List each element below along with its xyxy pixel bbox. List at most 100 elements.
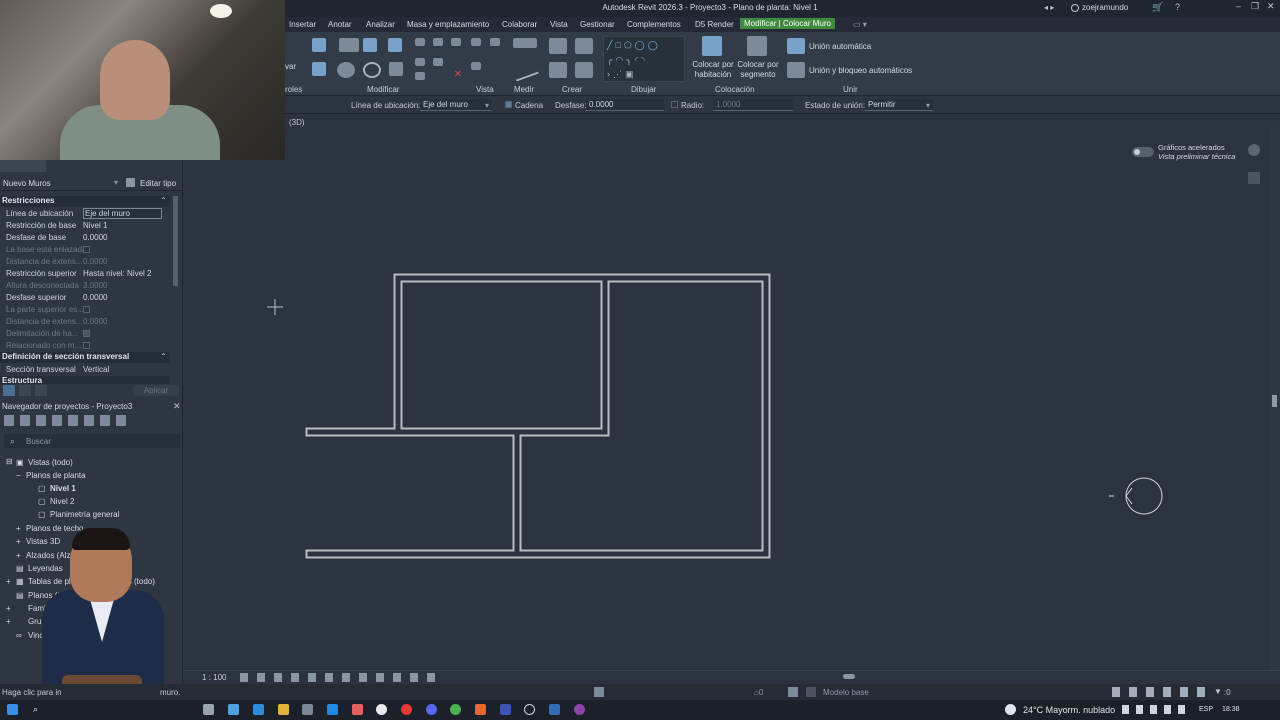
search-icon[interactable]: ⌕ xyxy=(33,704,44,715)
model-base-select[interactable]: Modelo base xyxy=(823,688,869,697)
chain-checkbox[interactable] xyxy=(505,101,512,110)
draw-arc-icons[interactable]: ╭◠╮◜◝ xyxy=(607,55,648,66)
edge-icon[interactable] xyxy=(253,704,264,715)
prop-value[interactable]: Hasta nivel: Nivel 2 xyxy=(83,269,151,278)
minimize-icon[interactable]: – xyxy=(1236,1,1241,11)
clock[interactable]: 18:38 xyxy=(1222,706,1240,713)
obs-icon[interactable] xyxy=(376,704,387,715)
tree-item-planimetria-general[interactable]: Planimetría general xyxy=(50,510,119,519)
collapse-icon[interactable]: ⌃ xyxy=(160,352,167,361)
prop-value[interactable]: Vertical xyxy=(83,365,109,374)
wall-outer[interactable] xyxy=(305,273,771,559)
measure-icon[interactable] xyxy=(513,38,537,48)
tab-colaborar[interactable]: Colaborar xyxy=(502,20,537,29)
tree-toggle-icon[interactable]: + xyxy=(16,524,21,533)
zoom-tool-icon[interactable] xyxy=(1248,172,1260,184)
rotate-icon[interactable] xyxy=(363,62,381,78)
draw-pick-icons[interactable]: ›⋰▣ xyxy=(607,69,637,80)
auto-join-lock-button[interactable]: Unión y bloqueo automáticos xyxy=(809,66,912,75)
prop-value-input[interactable]: Eje del muro xyxy=(83,208,162,219)
taskbar-app-icon[interactable] xyxy=(500,704,511,715)
windows-start-icon[interactable] xyxy=(7,704,18,715)
view-control-icons[interactable] xyxy=(240,673,435,682)
taskbar-app-icon[interactable] xyxy=(574,704,585,715)
discord-icon[interactable] xyxy=(426,704,437,715)
task-view-icon[interactable] xyxy=(203,704,214,715)
properties-sort-icon[interactable] xyxy=(19,385,31,396)
tree-item-vistas[interactable]: Vistas (todo) xyxy=(28,458,73,467)
view-scale[interactable]: 1 : 100 xyxy=(202,673,226,682)
prop-row[interactable]: Desfase superior 0.0000 xyxy=(0,292,170,304)
worksharing-icon[interactable] xyxy=(594,687,604,697)
browser-close-icon[interactable]: ✕ xyxy=(173,401,181,412)
dimension-icon[interactable] xyxy=(510,58,540,82)
help-icon[interactable]: ? xyxy=(1175,2,1180,12)
type-chevron-icon[interactable]: ▾ xyxy=(114,178,118,187)
tab-anotar[interactable]: Anotar xyxy=(328,20,352,29)
type-name[interactable]: Nuevo Muros xyxy=(3,179,51,188)
prop-row[interactable]: Línea de ubicación Eje del muro xyxy=(0,208,170,220)
taskbar-app-icon[interactable] xyxy=(475,704,486,715)
taskbar-app-icon[interactable] xyxy=(352,704,363,715)
collapse-icon[interactable]: ⌃ xyxy=(160,196,167,205)
drawing-canvas[interactable] xyxy=(184,128,1270,670)
draw-shape-icons[interactable]: ╱□⬠◯◯ xyxy=(607,40,661,51)
tree-item-nivel-1[interactable]: Nivel 1 xyxy=(50,484,76,493)
delete-icon[interactable]: ✕ xyxy=(451,68,465,82)
prop-value[interactable]: 0.0000 xyxy=(83,233,107,242)
design-options-icon[interactable] xyxy=(788,687,798,697)
prop-row[interactable]: Restricción de base Nivel 1 xyxy=(0,220,170,232)
weather-text[interactable]: 24°C Mayorm. nublado xyxy=(1023,705,1115,715)
tab-insertar[interactable]: Insertar xyxy=(289,20,316,29)
type-selector[interactable]: Nuevo Muros ▾ Editar tipo xyxy=(0,175,183,191)
prop-row[interactable]: Restricción superior Hasta nivel: Nivel … xyxy=(0,268,170,280)
tab-modificar-colocar-muro[interactable]: Modificar | Colocar Muro xyxy=(740,18,835,29)
chrome-icon[interactable] xyxy=(450,704,461,715)
mail-icon[interactable] xyxy=(327,704,338,715)
opera-icon[interactable] xyxy=(401,704,412,715)
tab-masa[interactable]: Masa y emplazamiento xyxy=(407,20,489,29)
auto-join-button[interactable]: Unión automática xyxy=(809,42,871,51)
properties-help-icon[interactable] xyxy=(3,385,15,396)
browser-toolbar-icons[interactable] xyxy=(4,415,132,426)
elevation-marker-icon[interactable] xyxy=(1109,477,1163,515)
revit-icon[interactable] xyxy=(549,704,560,715)
trim-icon[interactable] xyxy=(389,62,403,76)
weather-icon[interactable] xyxy=(1005,704,1016,715)
prop-row[interactable]: Desfase de base 0.0000 xyxy=(0,232,170,244)
unpin-icon[interactable] xyxy=(415,72,425,80)
tab-extra-icon[interactable]: ▭ ▾ xyxy=(853,20,867,29)
edit-type-button[interactable]: Editar tipo xyxy=(140,179,176,188)
restore-icon[interactable]: ❐ xyxy=(1251,1,1259,12)
taskbar-app-icon[interactable] xyxy=(302,704,313,715)
place-by-segment-icon[interactable] xyxy=(747,36,767,56)
view-linework-icon[interactable] xyxy=(471,62,481,70)
user-name[interactable]: zoejramundo xyxy=(1082,3,1128,12)
apply-button[interactable]: Aplicar xyxy=(133,385,179,396)
array-icon[interactable] xyxy=(415,58,425,66)
properties-filter-icon[interactable] xyxy=(35,385,47,396)
auto-join-icon[interactable] xyxy=(787,38,805,54)
copy-icon[interactable] xyxy=(337,62,355,78)
place-by-segment-button[interactable]: Colocar por segmento xyxy=(735,60,781,80)
tree-item-planos-de-planta[interactable]: Planos de planta xyxy=(26,471,86,480)
create-similar-icon[interactable] xyxy=(549,38,567,54)
place-by-room-button[interactable]: Colocar por habitación xyxy=(691,60,735,80)
section-restricciones[interactable]: Restricciones xyxy=(0,196,170,207)
tree-item-nivel-2[interactable]: Nivel 2 xyxy=(50,497,74,506)
tree-toggle-icon[interactable]: ⊟ xyxy=(6,457,13,466)
radius-check-icon[interactable] xyxy=(671,101,678,108)
create-assembly-icon[interactable] xyxy=(575,38,593,54)
tab-analizar[interactable]: Analizar xyxy=(366,20,395,29)
prop-row[interactable]: Sección transversal Vertical xyxy=(0,364,170,376)
view-override-icon[interactable] xyxy=(490,38,500,46)
auto-join-lock-icon[interactable] xyxy=(787,62,805,78)
radius-checkbox[interactable] xyxy=(671,101,678,110)
join-status-select[interactable]: Permitir xyxy=(865,99,933,111)
join-geometry-icon[interactable] xyxy=(312,38,326,52)
create-part-icon[interactable] xyxy=(549,62,567,78)
language-indicator[interactable]: ESP xyxy=(1199,706,1213,713)
offset-input[interactable]: 0.0000 xyxy=(586,99,664,111)
tree-toggle-icon[interactable]: + xyxy=(16,551,21,560)
mirror-axis-icon[interactable] xyxy=(363,38,377,52)
